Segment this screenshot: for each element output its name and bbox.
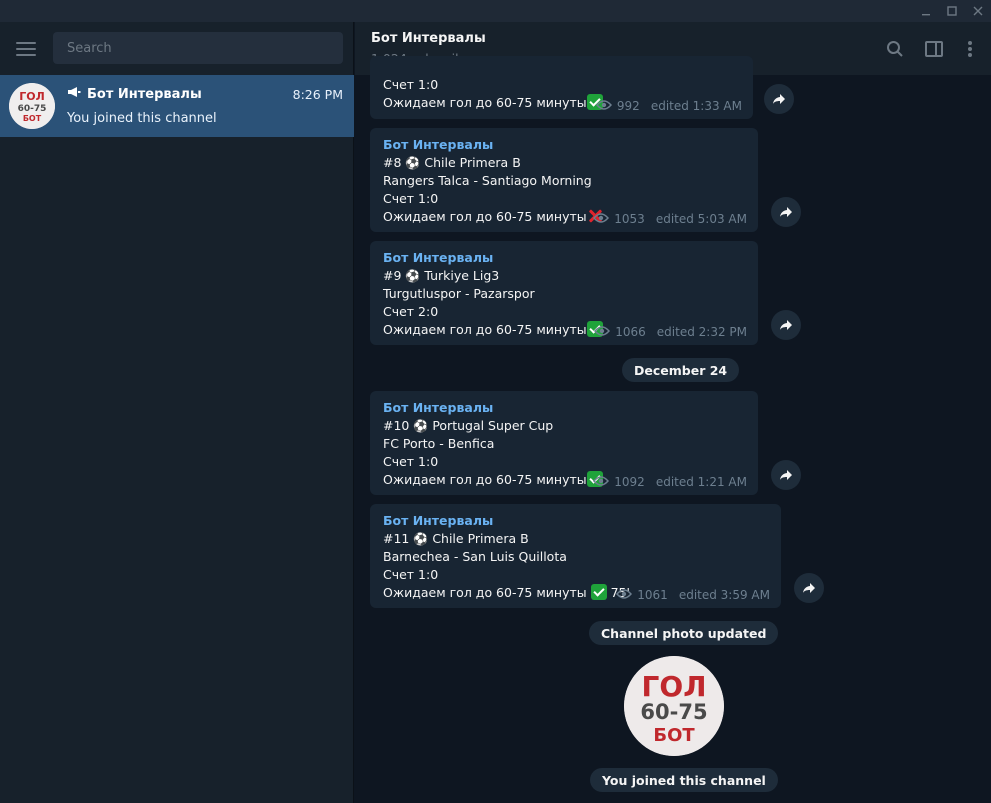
edited-time: edited 1:21 AM [655,475,747,489]
edited-time: edited 1:33 AM [650,99,742,113]
chat-time: 8:26 PM [292,87,343,102]
search-icon[interactable] [884,38,906,60]
eye-icon [616,586,633,604]
soccer-ball-icon: ⚽ [405,156,421,170]
soccer-ball-icon: ⚽ [413,419,429,433]
svg-text:БОТ: БОТ [653,725,695,746]
message-line: Barnechea - San Luis Quillota [383,549,567,564]
chat-preview: You joined this channel [67,111,217,126]
message-line: Счет 1:0 [383,454,439,469]
close-icon[interactable] [965,0,991,22]
message-line: Счет 2:0 [383,304,439,319]
message-author[interactable]: Бот Интервалы [383,136,746,154]
message-line: #8 ⚽ Chile Primera B [383,155,521,170]
chat-title: Бот Интервалы [67,86,202,102]
channel-title[interactable]: Бот Интервалы [371,31,486,46]
eye-icon [594,323,611,341]
message-author[interactable]: Бот Интервалы [383,399,746,417]
sidebar-toggle-icon[interactable] [923,38,945,60]
message-line: #10 ⚽ Portugal Super Cup [383,418,554,433]
svg-text:60-75: 60-75 [18,104,47,114]
maximize-icon[interactable] [939,0,965,22]
message-line: FC Porto - Benfica [383,436,495,451]
message-line: Счет 1:0 [383,77,439,92]
soccer-ball-icon: ⚽ [413,532,429,546]
edited-time: edited 2:32 PM [656,325,747,339]
edited-time: edited 5:03 AM [655,212,747,226]
view-count: 1061 [637,588,668,602]
megaphone-icon [67,86,81,102]
svg-text:60-75: 60-75 [640,700,707,724]
more-options-icon[interactable] [959,38,981,60]
message-line: Счет 1:0 [383,567,439,582]
eye-icon [593,473,610,491]
service-message-photo-updated: Channel photo updated [589,621,779,645]
minimize-icon[interactable] [913,0,939,22]
view-count: 1092 [614,475,645,489]
svg-text:БОТ: БОТ [23,114,42,123]
channel-photo[interactable]: ГОЛ 60-75 БОТ [624,656,724,756]
eye-icon [593,210,610,228]
message-bubble: Счет 1:0 Ожидаем гол до 60-75 минуты 992… [370,56,753,119]
eye-icon [595,97,612,115]
message-meta: 992 edited 1:33 AM [595,97,742,115]
chat-title-text: Бот Интервалы [87,86,202,102]
message-line: Счет 1:0 [383,191,439,206]
message-author[interactable]: Бот Интервалы [383,249,746,267]
view-count: 1053 [614,212,645,226]
edited-time: edited 3:59 AM [678,588,770,602]
message-meta: 1061 edited 3:59 AM [616,586,770,604]
service-message-joined: You joined this channel [590,768,778,792]
message-meta: 1053 edited 5:03 AM [593,210,747,228]
svg-text:ГОЛ: ГОЛ [642,670,707,703]
message-author[interactable]: Бот Интервалы [383,512,769,530]
share-icon[interactable] [764,84,794,114]
message-line: Rangers Talca - Santiago Morning [383,173,592,188]
svg-text:ГОЛ: ГОЛ [19,90,45,103]
message-meta: 1092 edited 1:21 AM [593,473,747,491]
message-bubble: Бот Интервалы #10 ⚽ Portugal Super Cup F… [370,391,758,495]
view-count: 992 [616,99,640,113]
share-icon[interactable] [771,197,801,227]
share-icon[interactable] [794,573,824,603]
share-icon[interactable] [771,460,801,490]
search-input[interactable] [67,40,343,56]
message-line: Turgutluspor - Pazarspor [383,286,535,301]
soccer-ball-icon: ⚽ [405,269,421,283]
check-mark-icon [590,584,607,600]
message-line: #9 ⚽ Turkiye Lig3 [383,268,500,283]
chat-list-item[interactable]: ГОЛ 60-75 БОТ Бот Интервалы 8:26 PM You … [0,75,354,137]
sidebar: ГОЛ 60-75 БОТ Бот Интервалы 8:26 PM You … [0,22,354,803]
message-bubble: Бот Интервалы #11 ⚽ Chile Primera B Barn… [370,504,781,608]
message-meta: 1066 edited 2:32 PM [594,323,747,341]
message-line: #11 ⚽ Chile Primera B [383,531,529,546]
message-bubble: Бот Интервалы #8 ⚽ Chile Primera B Range… [370,128,758,232]
share-icon[interactable] [771,310,801,340]
search-box[interactable] [53,32,343,64]
menu-icon[interactable] [16,41,36,56]
window-titlebar [0,0,991,22]
view-count: 1066 [615,325,646,339]
date-separator: December 24 [622,358,740,382]
channel-avatar: ГОЛ 60-75 БОТ [9,83,55,129]
message-bubble: Бот Интервалы #9 ⚽ Turkiye Lig3 Turgutlu… [370,241,758,345]
